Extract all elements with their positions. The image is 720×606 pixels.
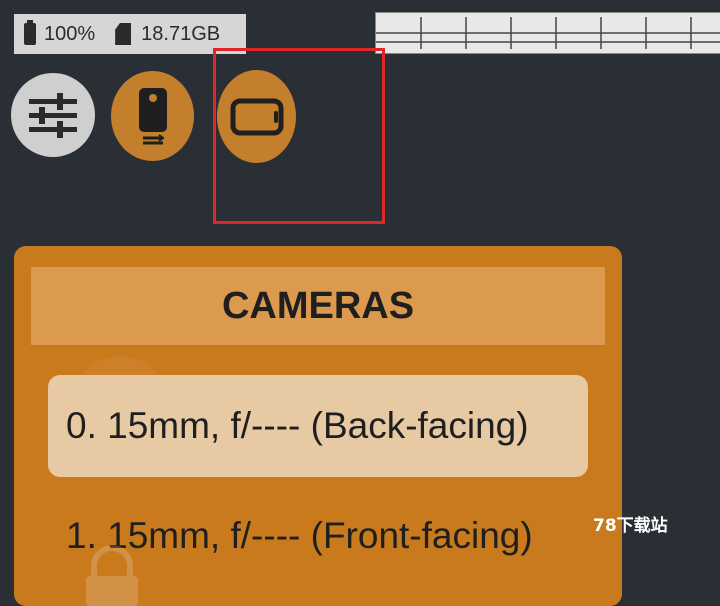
level-ruler xyxy=(375,12,720,54)
settings-button[interactable] xyxy=(11,73,95,157)
sliders-icon xyxy=(29,93,77,138)
camera-option-back[interactable]: 0. 15mm, f/---- (Back-facing) xyxy=(48,375,588,477)
cameras-panel: CAMERAS 0. 15mm, f/---- (Back-facing) 1.… xyxy=(14,246,622,606)
watermark-text: 78下载站 xyxy=(593,516,668,536)
ruler-ticks xyxy=(376,17,720,49)
highlight-box xyxy=(213,48,385,224)
phone-transfer-icon xyxy=(138,88,167,145)
battery-icon xyxy=(24,20,36,45)
storage-free: 18.71GB xyxy=(141,22,221,45)
lock-icon xyxy=(86,546,138,606)
status-bar: 100% 18.71GB xyxy=(14,14,246,54)
panel-title: CAMERAS xyxy=(221,284,415,327)
panel-header: CAMERAS xyxy=(31,267,605,345)
battery-level: 100% xyxy=(44,22,96,45)
sd-card-icon xyxy=(115,23,132,45)
phone-mode-button[interactable] xyxy=(111,71,194,161)
camera-option-label: 0. 15mm, f/---- (Back-facing) xyxy=(66,405,529,446)
